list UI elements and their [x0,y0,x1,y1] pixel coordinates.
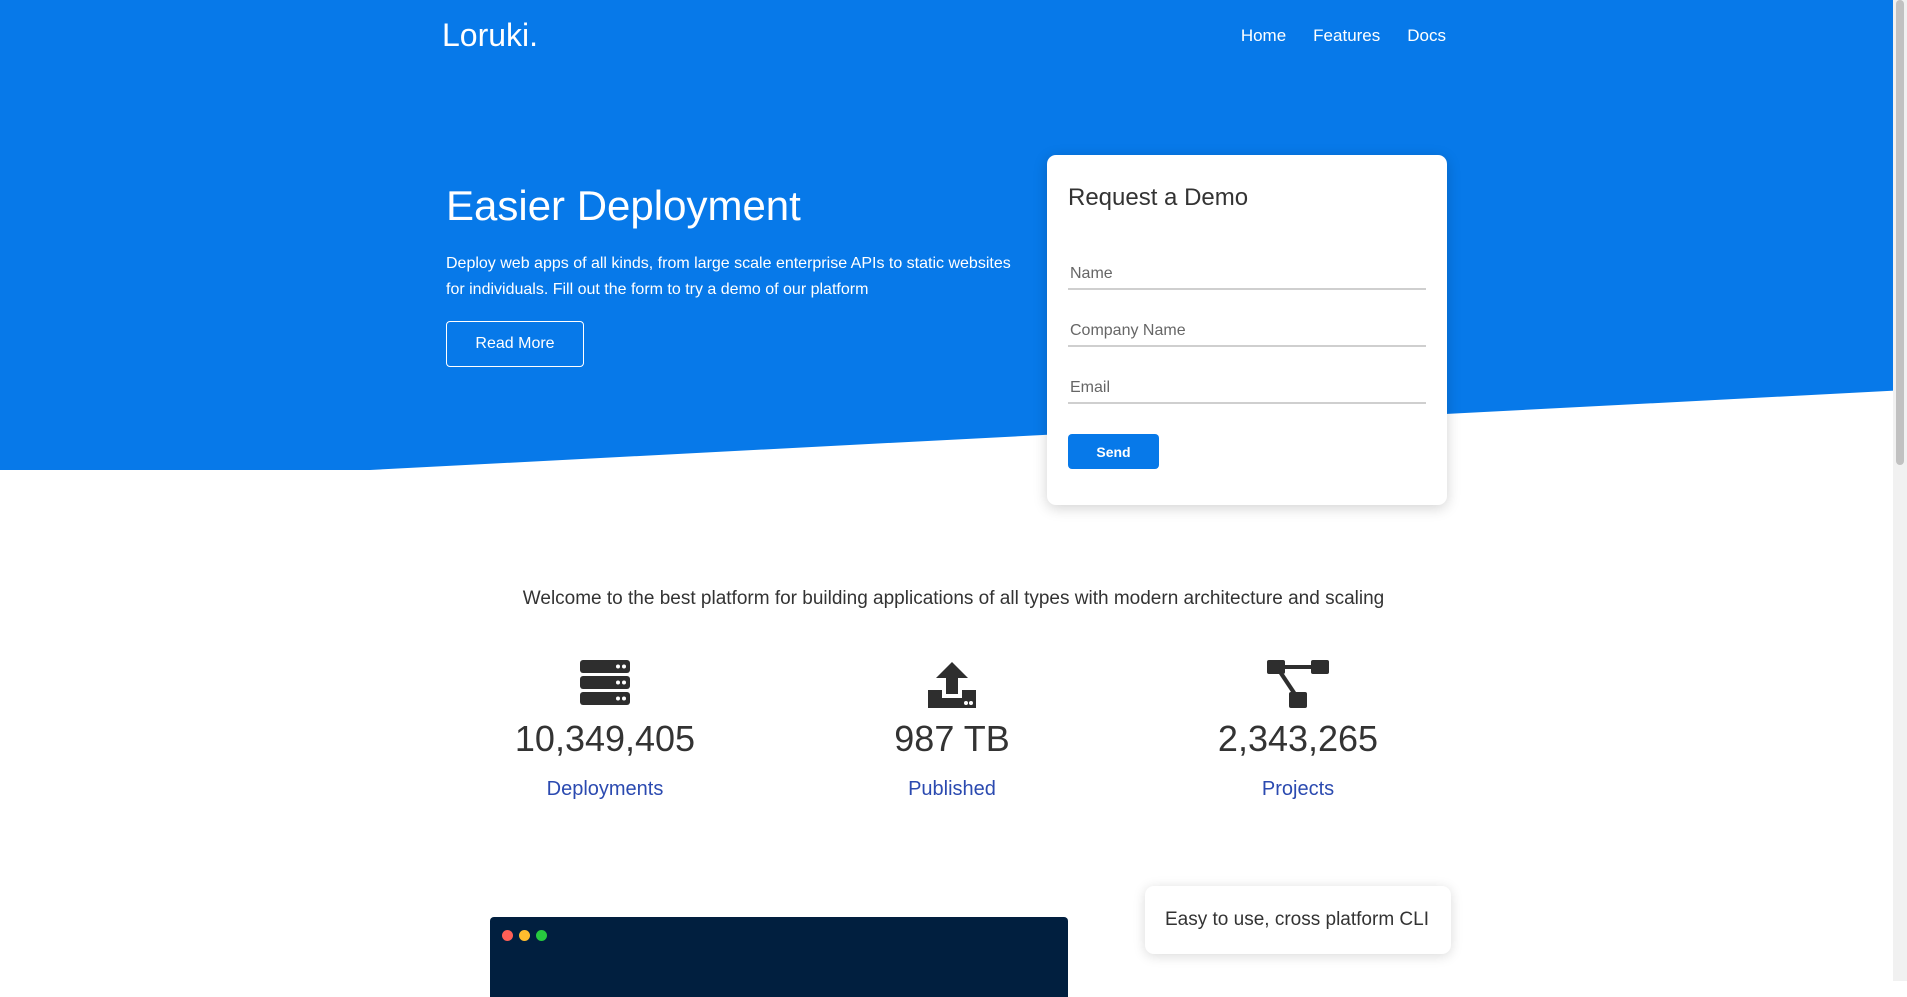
stat-published: 987 TB Published [832,660,1072,801]
demo-form-title: Request a Demo [1068,184,1249,211]
minimize-dot-icon [519,930,530,941]
stat-label: Deployments [546,778,664,800]
hero-text: Deploy web apps of all kinds, from large… [446,255,1011,298]
nav-features-link[interactable]: Features [1313,26,1380,46]
logo[interactable]: Loruki. [442,17,538,54]
scrollbar[interactable] [1893,0,1907,981]
server-icon [485,660,725,712]
stat-value: 987 TB [894,718,1010,759]
stat-deployments: 10,349,405 Deployments [485,660,725,801]
maximize-dot-icon [536,930,547,941]
read-more-button[interactable]: Read More [446,321,584,367]
email-input[interactable] [1068,374,1426,404]
upload-icon [832,660,1072,712]
company-name-input[interactable] [1068,317,1426,347]
scrollbar-thumb[interactable] [1896,0,1904,465]
stat-label: Published [908,778,996,800]
stat-value: 2,343,265 [1217,718,1379,759]
stat-projects: 2,343,265 Projects [1178,660,1418,801]
name-input[interactable] [1068,260,1426,290]
terminal-window [490,917,1068,997]
stat-label: Projects [1261,778,1335,800]
main-nav: Home Features Docs [1241,26,1446,46]
hero-background [0,0,1907,470]
close-dot-icon [502,930,513,941]
project-diagram-icon [1178,660,1418,712]
stat-value: 10,349,405 [514,718,696,759]
hero-title: Easier Deployment [446,182,801,229]
cli-card: Easy to use, cross platform CLI [1145,886,1451,954]
welcome-text: Welcome to the best platform for buildin… [522,588,1385,609]
send-button[interactable]: Send [1068,434,1159,469]
nav-docs-link[interactable]: Docs [1407,26,1446,46]
nav-home-link[interactable]: Home [1241,26,1286,46]
demo-form-card: Request a Demo Send [1047,155,1447,505]
